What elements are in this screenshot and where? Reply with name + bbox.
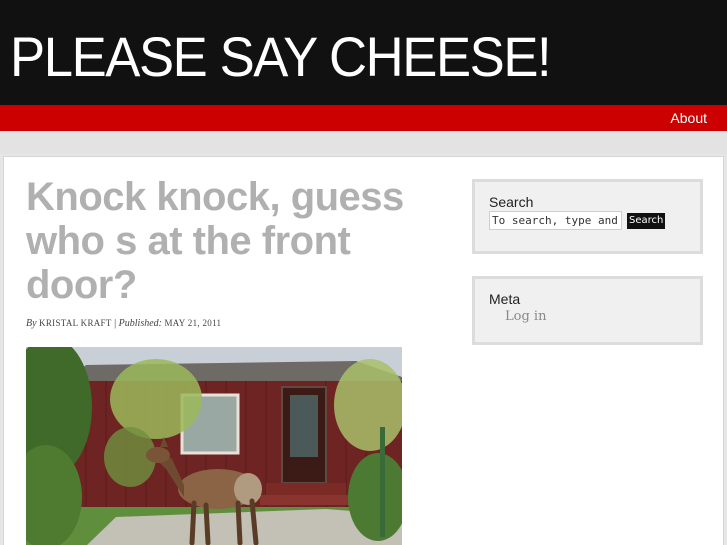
nav-about-link[interactable]: About xyxy=(670,108,707,128)
search-widget: Search Search xyxy=(472,179,703,254)
byline-published-label: Published: xyxy=(118,318,162,329)
meta-widget-title: Meta xyxy=(489,291,521,307)
byline-by-label: By xyxy=(26,318,37,329)
byline-author[interactable]: KRISTAL KRAFT xyxy=(39,318,112,328)
site-title[interactable]: PLEASE SAY CHEESE! xyxy=(10,24,552,90)
byline-date: MAY 21, 2011 xyxy=(164,318,222,328)
search-widget-title: Search xyxy=(489,194,534,210)
post-byline: By KRISTAL KRAFT | Published: MAY 21, 20… xyxy=(26,316,221,331)
search-input[interactable] xyxy=(489,211,622,230)
post-title[interactable]: Knock knock, guess who s at the front do… xyxy=(26,175,436,307)
nav-bar: About xyxy=(0,105,727,131)
masthead: PLEASE SAY CHEESE! xyxy=(0,0,727,105)
search-button[interactable]: Search xyxy=(627,213,666,229)
meta-widget: Meta Log in xyxy=(472,276,703,345)
sub-bar xyxy=(0,131,727,154)
byline-separator: | xyxy=(114,318,117,329)
post-image-elk xyxy=(26,347,402,545)
meta-login-link[interactable]: Log in xyxy=(505,308,546,325)
content-area: Knock knock, guess who s at the front do… xyxy=(3,156,724,545)
